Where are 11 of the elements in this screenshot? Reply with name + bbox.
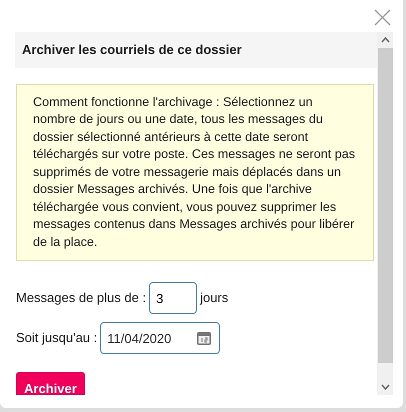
calendar-icon[interactable]: [196, 330, 212, 346]
unit-label: jours: [200, 289, 228, 308]
field-label: Messages de plus de :: [16, 289, 146, 308]
field-label: Soit jusqu'au :: [16, 329, 98, 348]
info-text: Comment fonctionne l'archivage : Sélectionnez un nombre de jours ou une date, tous les messages du dossier sélectionné antérieurs à cette date seront téléchargés sur votre poste. Ces messages ne seront pas supprimés de votre messagerie mais déplacés dans un dossier Messages archivés. Une fois que l'archive téléchargée vous convient, vous pouvez supprimer les messages contenus dans Messages archivés pour libérer de la place.: [16, 84, 374, 261]
date-field[interactable]: 11/04/2020: [100, 322, 220, 354]
section-title: Archiver les courriels de ce dossier: [15, 32, 377, 68]
archive-button[interactable]: Archiver: [16, 372, 85, 395]
close-icon[interactable]: [374, 7, 391, 24]
days-field[interactable]: 3: [149, 282, 198, 314]
scrollbar[interactable]: [377, 32, 393, 395]
